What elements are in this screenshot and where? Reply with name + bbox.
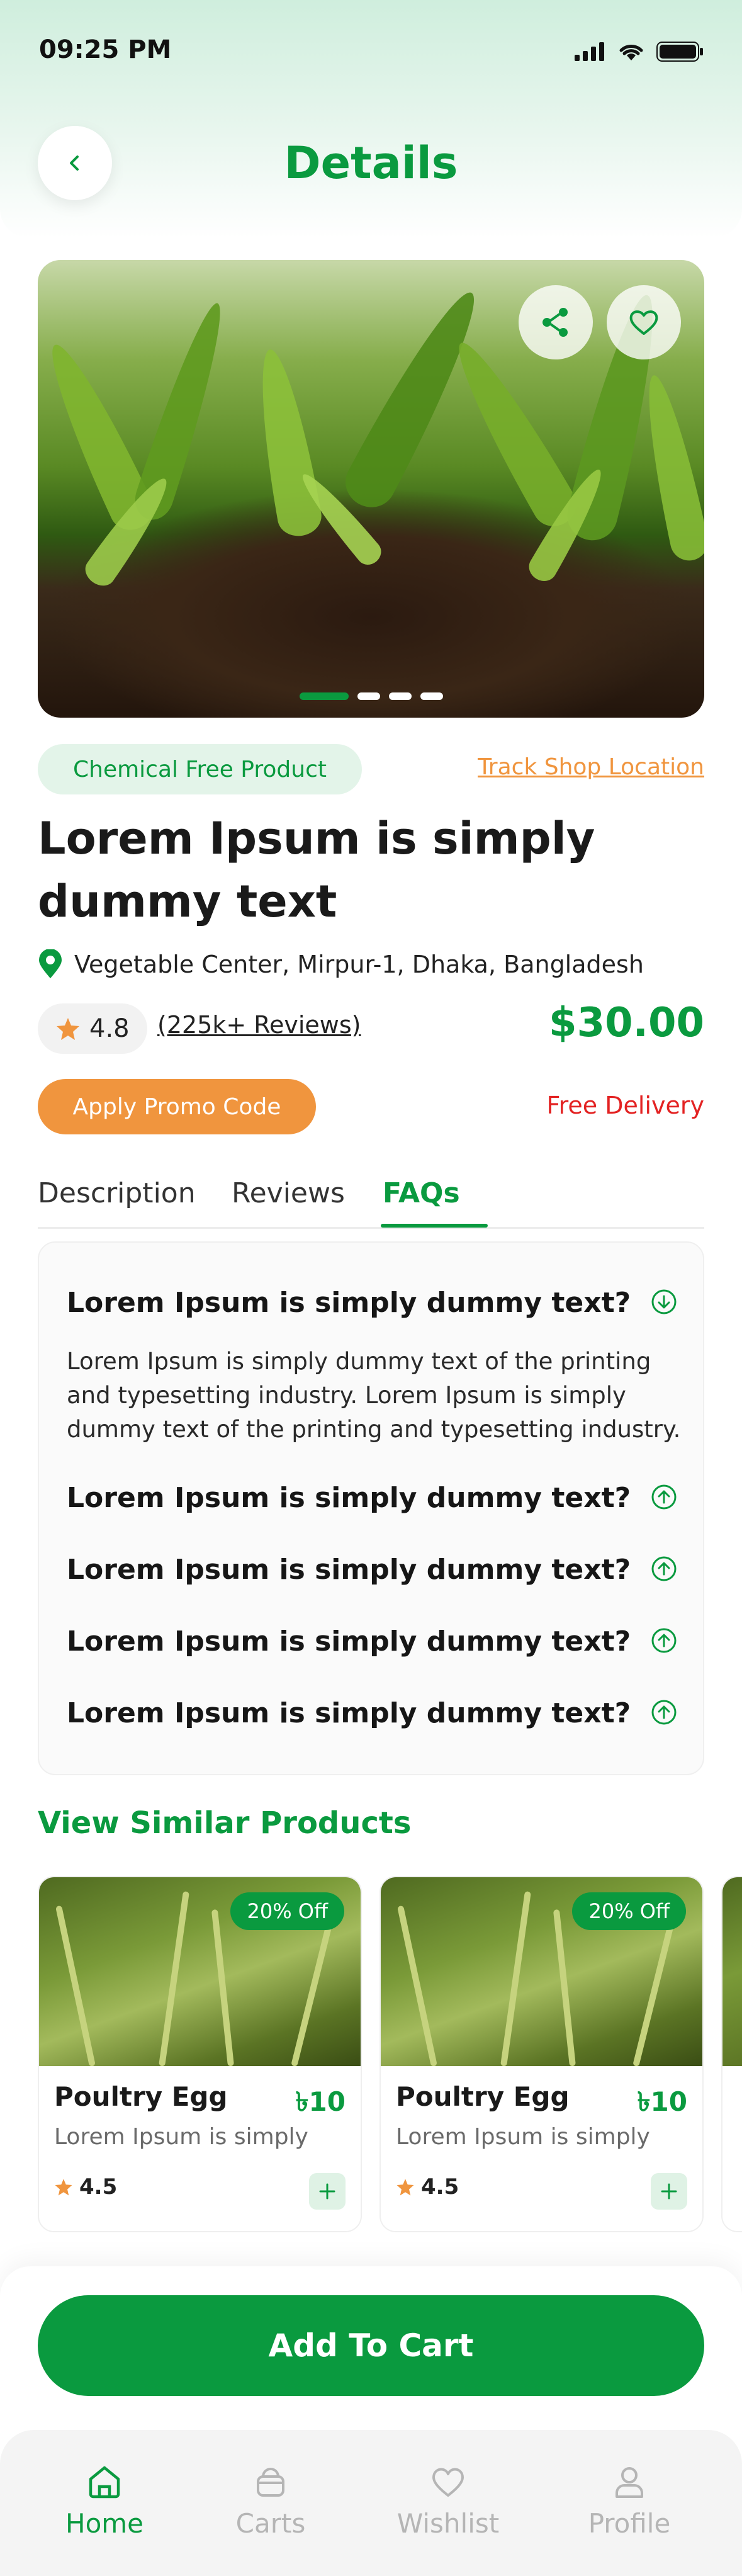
product-card-peek[interactable] bbox=[721, 1876, 742, 2232]
add-to-cart-small-button[interactable] bbox=[651, 2173, 687, 2210]
add-to-cart-button[interactable]: Add To Cart bbox=[38, 2295, 704, 2396]
chevron-up-circle-icon[interactable] bbox=[650, 1627, 678, 1654]
nav-home[interactable]: Home bbox=[42, 2463, 167, 2539]
cart-icon bbox=[257, 2468, 284, 2497]
nav-wishlist[interactable]: Wishlist bbox=[385, 2463, 511, 2539]
location-pin-icon bbox=[39, 949, 62, 978]
nav-profile[interactable]: Profile bbox=[566, 2463, 692, 2539]
home-icon bbox=[89, 2466, 120, 2499]
product-card-rating: 4.5 bbox=[54, 2168, 117, 2206]
star-icon bbox=[57, 1018, 79, 1040]
product-image[interactable] bbox=[38, 260, 704, 718]
faq-list: Lorem Ipsum is simply dummy text? Lorem … bbox=[38, 1241, 704, 1775]
heart-icon bbox=[629, 310, 658, 335]
page-title: Details bbox=[284, 137, 458, 189]
user-icon bbox=[616, 2467, 643, 2498]
wishlist-button[interactable] bbox=[607, 285, 681, 359]
tab-reviews[interactable]: Reviews bbox=[232, 1177, 345, 1209]
location: Vegetable Center, Mirpur-1, Dhaka, Bangl… bbox=[38, 949, 644, 980]
status-time: 09:25 PM bbox=[39, 35, 172, 64]
faq-answer: Lorem Ipsum is simply dummy text of the … bbox=[67, 1348, 681, 1443]
tab-description[interactable]: Description bbox=[38, 1177, 196, 1209]
carousel-dot[interactable] bbox=[357, 692, 380, 700]
reviews-link[interactable]: (225k+ Reviews) bbox=[157, 1011, 361, 1039]
chemical-free-tag: Chemical Free Product bbox=[38, 744, 362, 794]
faq-question[interactable]: Lorem Ipsum is simply dummy text? bbox=[67, 1697, 631, 1729]
tab-faqs[interactable]: FAQs bbox=[383, 1177, 460, 1209]
plus-icon bbox=[319, 2183, 335, 2200]
star-icon bbox=[55, 2179, 72, 2196]
wifi-icon bbox=[619, 45, 643, 60]
nav-wishlist-label: Wishlist bbox=[396, 2508, 500, 2539]
product-card-desc: Lorem Ipsum is simply bbox=[54, 2124, 308, 2150]
product-card[interactable]: 20% Off Poultry Egg ৳10 Lorem Ipsum is s… bbox=[38, 1876, 362, 2232]
faq-question[interactable]: Lorem Ipsum is simply dummy text? bbox=[67, 1554, 631, 1586]
nav-home-label: Home bbox=[65, 2508, 144, 2539]
bottom-nav: Home Carts Wishlist Profile bbox=[0, 2430, 742, 2576]
carousel-dot[interactable] bbox=[388, 692, 412, 700]
discount-badge: 20% Off bbox=[572, 1892, 686, 1930]
carousel-dot[interactable] bbox=[299, 692, 349, 700]
product-card-name: Poultry Egg bbox=[396, 2081, 570, 2112]
chevron-down-circle-icon[interactable] bbox=[650, 1288, 678, 1316]
carousel-dots bbox=[38, 692, 704, 700]
carousel-dot[interactable] bbox=[420, 692, 443, 700]
battery-icon bbox=[656, 42, 703, 62]
share-icon bbox=[542, 308, 568, 337]
nav-profile-label: Profile bbox=[588, 2508, 671, 2539]
chevron-up-circle-icon[interactable] bbox=[650, 1483, 678, 1511]
similar-products-title[interactable]: View Similar Products bbox=[38, 1805, 411, 1841]
track-shop-link[interactable]: Track Shop Location bbox=[478, 754, 704, 780]
chevron-up-circle-icon[interactable] bbox=[650, 1555, 678, 1583]
star-icon bbox=[396, 2179, 414, 2196]
signal-icon bbox=[575, 42, 604, 61]
rating-value: 4.5 bbox=[79, 2174, 118, 2200]
product-card-price: ৳10 bbox=[295, 2086, 346, 2117]
free-delivery-label: Free Delivery bbox=[546, 1092, 704, 1119]
faq-question[interactable]: Lorem Ipsum is simply dummy text? bbox=[67, 1625, 631, 1658]
faq-question[interactable]: Lorem Ipsum is simply dummy text? bbox=[67, 1482, 631, 1514]
product-card-name: Poultry Egg bbox=[54, 2081, 228, 2112]
header: 09:25 PM Details bbox=[0, 0, 742, 238]
rating-badge: 4.8 bbox=[38, 1003, 147, 1054]
faq-question[interactable]: Lorem Ipsum is simply dummy text? bbox=[67, 1287, 631, 1319]
product-title: Lorem Ipsum is simply dummy text bbox=[38, 813, 595, 927]
status-icons bbox=[575, 42, 704, 62]
nav-carts-label: Carts bbox=[235, 2508, 306, 2539]
price: $30.00 bbox=[549, 1000, 704, 1046]
share-button[interactable] bbox=[519, 285, 593, 359]
rating-value: 4.5 bbox=[421, 2174, 459, 2200]
tab-bar: Description Reviews FAQs bbox=[38, 1171, 704, 1229]
location-text: Vegetable Center, Mirpur-1, Dhaka, Bangl… bbox=[74, 951, 644, 978]
product-card[interactable]: 20% Off Poultry Egg ৳10 Lorem Ipsum is s… bbox=[379, 1876, 704, 2232]
plus-icon bbox=[661, 2183, 677, 2200]
product-card-desc: Lorem Ipsum is simply bbox=[396, 2124, 650, 2150]
add-to-cart-small-button[interactable] bbox=[309, 2173, 346, 2210]
chevron-up-circle-icon[interactable] bbox=[650, 1698, 678, 1726]
tab-active-indicator bbox=[381, 1224, 488, 1228]
apply-promo-button[interactable]: Apply Promo Code bbox=[38, 1079, 316, 1134]
product-card-price: ৳10 bbox=[637, 2086, 687, 2117]
heart-icon bbox=[432, 2468, 464, 2497]
product-card-rating: 4.5 bbox=[396, 2168, 459, 2206]
rating-value: 4.8 bbox=[89, 1014, 130, 1043]
nav-carts[interactable]: Carts bbox=[208, 2463, 334, 2539]
discount-badge: 20% Off bbox=[230, 1892, 344, 1930]
